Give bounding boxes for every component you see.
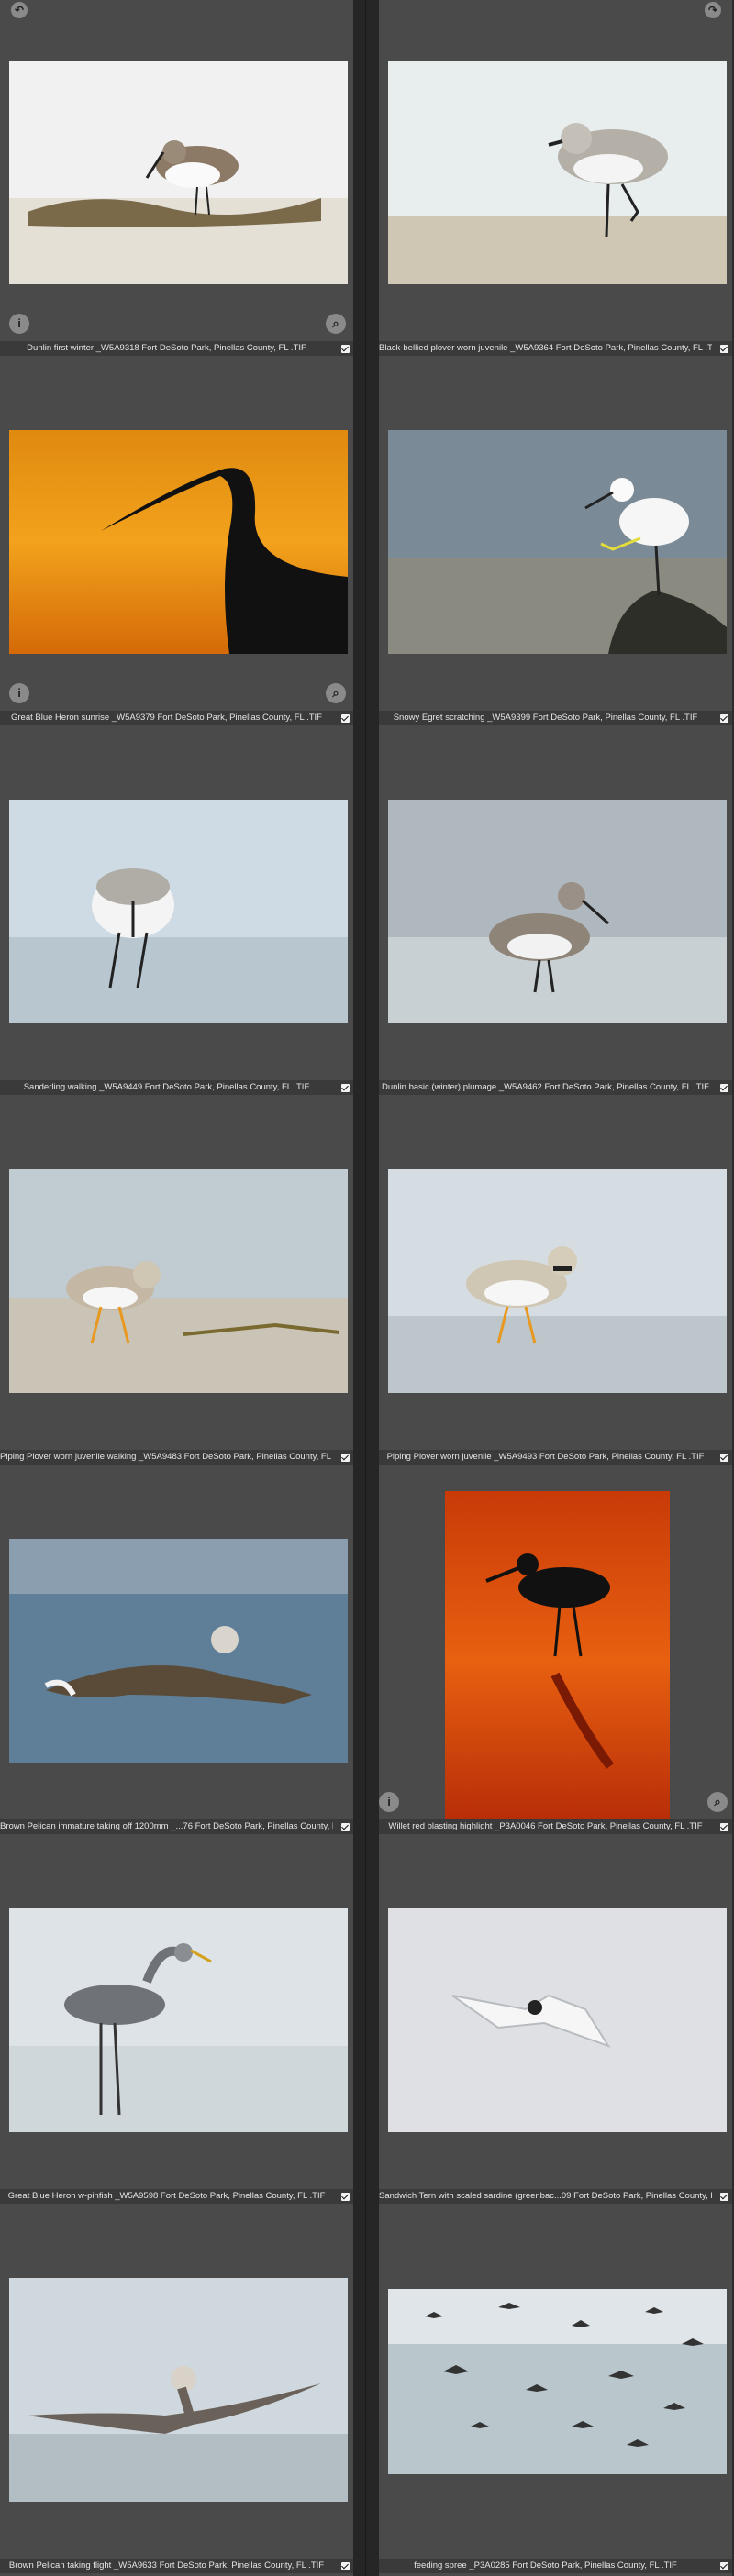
checkbox-checked-icon[interactable] bbox=[341, 2562, 350, 2570]
thumbnail-caption: Brown Pelican immature taking off 1200mm… bbox=[0, 1819, 353, 1834]
info-icon[interactable]: i bbox=[9, 314, 29, 334]
thumbnail-image[interactable] bbox=[9, 1539, 348, 1763]
checkbox-checked-icon[interactable] bbox=[341, 1823, 350, 1831]
checkbox-checked-icon[interactable] bbox=[341, 1454, 350, 1462]
zoom-icon[interactable]: ⌕ bbox=[707, 1792, 728, 1812]
checkbox-checked-icon[interactable] bbox=[720, 2562, 728, 2570]
thumbnail-cell[interactable]: Brown Pelican taking flight _W5A9633 For… bbox=[0, 2217, 353, 2576]
checkbox-checked-icon[interactable] bbox=[341, 345, 350, 353]
thumbnail-cell[interactable]: Brown Pelican immature taking off 1200mm… bbox=[0, 1478, 353, 1848]
thumbnail-image[interactable] bbox=[388, 61, 727, 284]
thumbnail-caption: Dunlin basic (winter) plumage _W5A9462 F… bbox=[379, 1080, 732, 1095]
thumbnail-cell[interactable]: ↷ Black-bellied plover worn juvenile _W5… bbox=[379, 0, 732, 370]
caption-text: Dunlin basic (winter) plumage _W5A9462 F… bbox=[382, 1082, 709, 1092]
info-icon[interactable]: i bbox=[9, 683, 29, 703]
thumbnail-cell[interactable]: Snowy Egret scratching _W5A9399 Fort DeS… bbox=[379, 370, 732, 739]
caption-text: Piping Plover worn juvenile _W5A9493 For… bbox=[386, 1452, 705, 1462]
thumbnail-image[interactable] bbox=[388, 430, 727, 654]
thumbnail-caption: Snowy Egret scratching _W5A9399 Fort DeS… bbox=[379, 711, 732, 725]
checkbox-checked-icon[interactable] bbox=[341, 1084, 350, 1092]
thumbnail-cell[interactable]: i ⌕ Great Blue Heron sunrise _W5A9379 Fo… bbox=[0, 370, 353, 739]
caption-text: Brown Pelican immature taking off 1200mm… bbox=[0, 1821, 333, 1831]
thumbnail-caption: Great Blue Heron sunrise _W5A9379 Fort D… bbox=[0, 711, 353, 725]
rotate-left-icon[interactable]: ↶ bbox=[11, 2, 28, 18]
zoom-icon[interactable]: ⌕ bbox=[326, 683, 346, 703]
caption-text: Sanderling walking _W5A9449 Fort DeSoto … bbox=[23, 1082, 310, 1092]
thumbnail-caption: Brown Pelican taking flight _W5A9633 For… bbox=[0, 2559, 353, 2573]
column-gutter bbox=[353, 0, 379, 2576]
caption-text: Great Blue Heron w-pinfish _W5A9598 Fort… bbox=[7, 2191, 326, 2201]
checkbox-checked-icon[interactable] bbox=[341, 714, 350, 723]
checkbox-checked-icon[interactable] bbox=[720, 1454, 728, 1462]
thumbnail-caption: Great Blue Heron w-pinfish _W5A9598 Fort… bbox=[0, 2189, 353, 2204]
caption-text: Brown Pelican taking flight _W5A9633 For… bbox=[8, 2560, 325, 2570]
caption-text: Willet red blasting highlight _P3A0046 F… bbox=[388, 1821, 703, 1831]
thumbnail-caption: feeding spree _P3A0285 Fort DeSoto Park,… bbox=[379, 2559, 732, 2573]
thumbnail-cell[interactable]: Sanderling walking _W5A9449 Fort DeSoto … bbox=[0, 739, 353, 1109]
caption-text: feeding spree _P3A0285 Fort DeSoto Park,… bbox=[414, 2560, 677, 2570]
thumbnail-image[interactable] bbox=[9, 800, 348, 1023]
zoom-icon[interactable]: ⌕ bbox=[326, 314, 346, 334]
checkbox-checked-icon[interactable] bbox=[720, 345, 728, 353]
checkbox-checked-icon[interactable] bbox=[341, 2193, 350, 2201]
thumbnail-cell[interactable]: Sandwich Tern with scaled sardine (green… bbox=[379, 1848, 732, 2217]
thumbnail-caption: Dunlin first winter _W5A9318 Fort DeSoto… bbox=[0, 341, 353, 356]
thumbnail-image[interactable] bbox=[9, 61, 348, 284]
thumbnail-image[interactable] bbox=[388, 1169, 727, 1393]
caption-text: Piping Plover worn juvenile walking _W5A… bbox=[0, 1452, 333, 1462]
thumbnail-image[interactable] bbox=[388, 1908, 727, 2132]
divider bbox=[365, 0, 366, 2576]
thumbnail-caption: Sanderling walking _W5A9449 Fort DeSoto … bbox=[0, 1080, 353, 1095]
thumbnail-cell[interactable]: i ⌕ Willet red blasting highlight _P3A00… bbox=[379, 1478, 732, 1848]
caption-text: Dunlin first winter _W5A9318 Fort DeSoto… bbox=[27, 343, 306, 353]
thumbnail-image[interactable] bbox=[9, 1908, 348, 2132]
thumbnail-cell[interactable]: ↶ i ⌕ Dunlin first winter _W5A9318 Fort … bbox=[0, 0, 353, 370]
thumbnail-cell[interactable]: Piping Plover worn juvenile _W5A9493 For… bbox=[379, 1109, 732, 1478]
thumbnail-grid: ↶ i ⌕ Dunlin first winter _W5A9318 Fort … bbox=[0, 0, 734, 2576]
info-icon[interactable]: i bbox=[379, 1792, 399, 1812]
thumbnail-image[interactable] bbox=[9, 2278, 348, 2502]
checkbox-checked-icon[interactable] bbox=[720, 1084, 728, 1092]
thumbnail-cell[interactable]: Piping Plover worn juvenile walking _W5A… bbox=[0, 1109, 353, 1478]
thumbnail-image[interactable] bbox=[9, 1169, 348, 1393]
thumbnail-caption: Black-bellied plover worn juvenile _W5A9… bbox=[379, 341, 732, 356]
thumbnail-caption: Piping Plover worn juvenile walking _W5A… bbox=[0, 1450, 353, 1465]
thumbnail-image[interactable] bbox=[9, 430, 348, 654]
checkbox-checked-icon[interactable] bbox=[720, 1823, 728, 1831]
thumbnail-caption: Willet red blasting highlight _P3A0046 F… bbox=[379, 1819, 732, 1834]
thumbnail-caption: Piping Plover worn juvenile _W5A9493 For… bbox=[379, 1450, 732, 1465]
checkbox-checked-icon[interactable] bbox=[720, 2193, 728, 2201]
thumbnail-cell[interactable]: feeding spree _P3A0285 Fort DeSoto Park,… bbox=[379, 2217, 732, 2576]
thumbnail-cell[interactable]: Dunlin basic (winter) plumage _W5A9462 F… bbox=[379, 739, 732, 1109]
caption-text: Great Blue Heron sunrise _W5A9379 Fort D… bbox=[11, 713, 322, 723]
thumbnail-caption: Sandwich Tern with scaled sardine (green… bbox=[379, 2189, 732, 2204]
caption-text: Sandwich Tern with scaled sardine (green… bbox=[379, 2191, 712, 2201]
thumbnail-image[interactable] bbox=[388, 2289, 727, 2474]
thumbnail-image[interactable] bbox=[388, 800, 727, 1023]
thumbnail-image[interactable] bbox=[445, 1491, 670, 1830]
checkbox-checked-icon[interactable] bbox=[720, 714, 728, 723]
caption-text: Black-bellied plover worn juvenile _W5A9… bbox=[379, 343, 712, 353]
caption-text: Snowy Egret scratching _W5A9399 Fort DeS… bbox=[393, 713, 698, 723]
thumbnail-cell[interactable]: Great Blue Heron w-pinfish _W5A9598 Fort… bbox=[0, 1848, 353, 2217]
rotate-right-icon[interactable]: ↷ bbox=[705, 2, 721, 18]
